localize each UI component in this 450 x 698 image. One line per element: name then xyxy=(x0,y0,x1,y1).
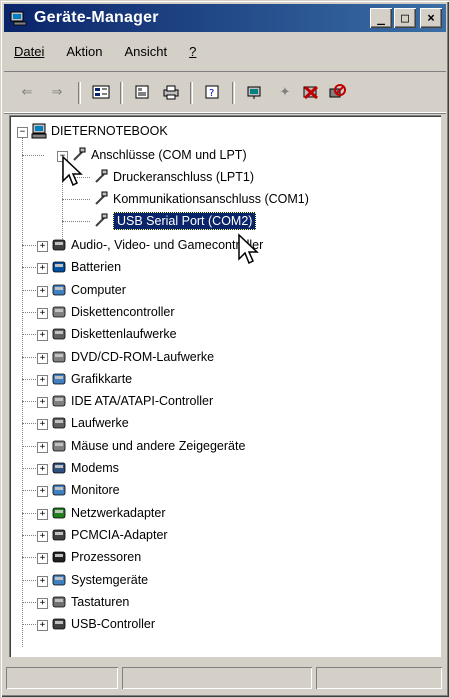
menu-ansicht[interactable]: Ansicht xyxy=(125,44,168,59)
processor-icon xyxy=(51,549,67,565)
expand-group-toggle[interactable]: + xyxy=(37,464,48,475)
tree-group-item[interactable]: Monitore xyxy=(51,480,120,500)
tree-group-item[interactable]: PCMCIA-Adapter xyxy=(51,525,168,545)
tree-group-item[interactable]: IDE ATA/ATAPI-Controller xyxy=(51,391,213,411)
mouse-pointer-icon xyxy=(238,233,259,265)
tree-group-item[interactable]: Computer xyxy=(51,280,126,300)
tree-root-node[interactable]: DIETERNOTEBOOK xyxy=(31,121,168,141)
close-button[interactable]: × xyxy=(420,8,442,28)
tree-group-item[interactable]: Tastaturen xyxy=(51,592,129,612)
tree-group-item[interactable]: Modems xyxy=(51,458,119,478)
svg-text:?: ? xyxy=(209,88,214,99)
expand-group-toggle[interactable]: + xyxy=(37,419,48,431)
port-connector-icon xyxy=(93,169,109,185)
expand-group-toggle[interactable]: + xyxy=(37,553,48,565)
expand-group-toggle[interactable]: + xyxy=(37,263,48,275)
window-title: Geräte-Manager xyxy=(34,9,159,26)
tree-group-item[interactable]: Netzwerkadapter xyxy=(51,503,166,523)
status-bar xyxy=(4,665,446,691)
print-icon[interactable] xyxy=(160,82,182,102)
tree-group-item[interactable]: Grafikkarte xyxy=(51,369,132,389)
maximize-button[interactable]: □ xyxy=(394,8,416,28)
mouse-pointer-icon xyxy=(62,155,83,187)
selected-item-label: USB Serial Port (COM2) xyxy=(113,212,257,230)
device-tree[interactable]: − DIETERNOTEBOOK − Anschlüsse (COM und L… xyxy=(9,115,441,657)
toolbar: ⇐ ⇒ ? ✦ xyxy=(4,71,446,113)
tree-item-com1[interactable]: Kommunikationsanschluss (COM1) xyxy=(93,189,309,209)
device-manager-icon xyxy=(10,10,28,26)
expand-group-toggle[interactable]: + xyxy=(37,441,48,453)
port-connector-icon xyxy=(93,191,109,207)
floppy-controller-icon xyxy=(51,304,67,320)
tree-group-item[interactable]: Systemgeräte xyxy=(51,570,148,590)
title-bar[interactable]: Geräte-Manager _ □ × xyxy=(4,4,446,32)
menu-aktion[interactable]: Aktion xyxy=(66,44,102,59)
device-manager-window: Geräte-Manager _ □ × Datei Aktion Ansich… xyxy=(0,0,450,698)
forward-icon[interactable]: ⇒ xyxy=(46,82,68,102)
expand-group-toggle[interactable]: + xyxy=(37,374,48,386)
monitor-icon xyxy=(51,482,67,498)
expand-group-toggle[interactable]: + xyxy=(37,486,48,498)
tree-group-item[interactable]: Audio-, Video- und Gamecontroller xyxy=(51,235,263,255)
update-driver-icon[interactable]: ✦ xyxy=(274,82,296,102)
audio-icon xyxy=(51,237,67,253)
expand-group-toggle[interactable]: + xyxy=(37,352,48,364)
help-icon[interactable]: ? xyxy=(202,82,224,102)
view-icon[interactable] xyxy=(90,82,112,102)
mouse-icon xyxy=(51,438,67,454)
network-adapter-icon xyxy=(51,505,67,521)
menu-bar: Datei Aktion Ansicht ? xyxy=(4,39,446,63)
disable-icon[interactable] xyxy=(326,82,348,102)
expand-group-toggle[interactable]: + xyxy=(37,330,48,342)
root-label: DIETERNOTEBOOK xyxy=(51,124,168,138)
modem-icon xyxy=(51,460,67,476)
expand-group-toggle[interactable]: + xyxy=(37,241,48,252)
expand-group-toggle[interactable]: + xyxy=(37,508,48,520)
expand-group-toggle[interactable]: + xyxy=(37,620,48,632)
status-pane-1 xyxy=(6,667,118,689)
battery-icon xyxy=(51,259,67,275)
computer-icon xyxy=(51,282,67,298)
usb-icon xyxy=(51,616,67,632)
ide-controller-icon xyxy=(51,393,67,409)
expand-group-toggle[interactable]: + xyxy=(37,285,48,297)
pcmcia-icon xyxy=(51,527,67,543)
port-connector-icon xyxy=(93,213,109,229)
group-label: Anschlüsse (COM und LPT) xyxy=(91,148,247,162)
scan-icon[interactable] xyxy=(244,82,266,102)
display-adapter-icon xyxy=(51,371,67,387)
expand-group-toggle[interactable]: + xyxy=(37,307,48,319)
tree-group-item[interactable]: DVD/CD-ROM-Laufwerke xyxy=(51,347,214,367)
tree-group-item[interactable]: Mäuse und andere Zeigegeräte xyxy=(51,436,245,456)
tree-group-item[interactable]: Laufwerke xyxy=(51,413,129,433)
expand-group-toggle[interactable]: + xyxy=(37,597,48,609)
back-icon[interactable]: ⇐ xyxy=(16,82,38,102)
tree-group-item[interactable]: USB-Controller xyxy=(51,614,155,634)
tree-group-item[interactable]: Diskettencontroller xyxy=(51,302,175,322)
status-pane-3 xyxy=(316,667,442,689)
keyboard-icon xyxy=(51,594,67,610)
menu-datei[interactable]: Datei xyxy=(14,44,44,59)
tree-group-item[interactable]: Prozessoren xyxy=(51,547,141,567)
tree-item-lpt1[interactable]: Druckeranschluss (LPT1) xyxy=(93,167,254,187)
tree-group-anschluesse[interactable]: Anschlüsse (COM und LPT) xyxy=(71,145,247,165)
expand-group-toggle[interactable]: + xyxy=(37,530,48,542)
system-device-icon xyxy=(51,572,67,588)
computer-icon xyxy=(31,123,47,139)
tree-group-item[interactable]: Batterien xyxy=(51,257,121,277)
menu-help[interactable]: ? xyxy=(189,44,196,59)
properties-icon[interactable] xyxy=(132,82,154,102)
minimize-button[interactable]: _ xyxy=(370,8,392,28)
tree-group-item[interactable]: Diskettenlaufwerke xyxy=(51,324,177,344)
drive-icon xyxy=(51,415,67,431)
floppy-drive-icon xyxy=(51,326,67,342)
status-pane-2 xyxy=(122,667,312,689)
expand-group-toggle[interactable]: + xyxy=(37,575,48,587)
dvd-drive-icon xyxy=(51,349,67,365)
tree-item-com2[interactable]: USB Serial Port (COM2) xyxy=(93,211,257,231)
uninstall-icon[interactable] xyxy=(300,82,322,102)
expand-group-toggle[interactable]: + xyxy=(37,397,48,409)
